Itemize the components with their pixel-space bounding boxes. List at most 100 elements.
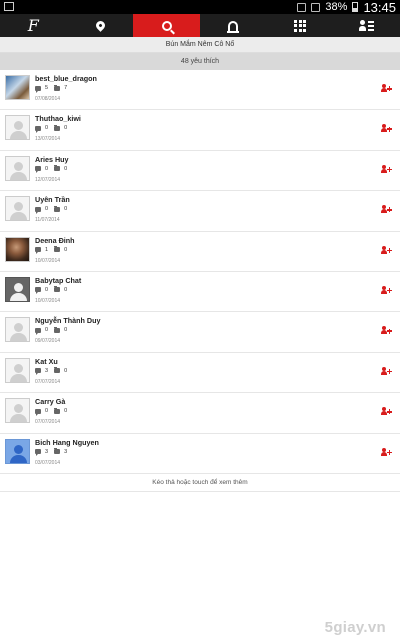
avatar[interactable] bbox=[5, 236, 30, 262]
grid-icon bbox=[294, 19, 307, 32]
album-icon bbox=[54, 165, 61, 172]
add-friend-icon[interactable] bbox=[381, 245, 392, 256]
user-stats: 00 bbox=[35, 326, 68, 335]
user-stats: 00 bbox=[35, 124, 68, 133]
join-date: 10/07/2014 bbox=[35, 257, 61, 264]
list-item[interactable]: Bich Hang Nguyen 3 3 03/07/2014 bbox=[0, 434, 400, 474]
comment-count: 3 bbox=[45, 367, 49, 374]
user-stats: 33 bbox=[35, 448, 67, 457]
list-item[interactable]: Thuthao_kiwi 0 0 13/07/2014 bbox=[0, 110, 400, 151]
album-count: 0 bbox=[64, 125, 68, 132]
user-list: best_blue_dragon 5 7 07/08/2014 Thuthao_kiwi… bbox=[0, 70, 400, 474]
comment-count: 0 bbox=[45, 286, 49, 293]
add-friend-icon[interactable] bbox=[381, 164, 392, 175]
list-item[interactable]: Nguyễn Thành Duy 0 0 09/07/2014 bbox=[0, 312, 400, 353]
bell-icon bbox=[227, 20, 240, 33]
comment-count: 5 bbox=[45, 85, 49, 91]
add-friend-icon[interactable] bbox=[381, 124, 392, 134]
list-item[interactable]: best_blue_dragon 5 7 07/08/2014 bbox=[0, 70, 400, 111]
album-count: 7 bbox=[64, 85, 68, 91]
add-friend-icon[interactable] bbox=[381, 84, 392, 94]
avatar[interactable] bbox=[5, 357, 30, 383]
album-count: 0 bbox=[64, 327, 68, 334]
list-item[interactable]: Aries Huy 0 0 12/07/2014 bbox=[0, 151, 400, 192]
wifi-icon bbox=[297, 2, 307, 12]
add-friend-icon[interactable] bbox=[381, 285, 392, 296]
likes-count: 48 yêu thích bbox=[0, 53, 400, 70]
nav-home[interactable]: F bbox=[0, 14, 67, 37]
album-icon bbox=[54, 326, 61, 333]
user-name[interactable]: Babytap Chat bbox=[35, 276, 81, 285]
join-date: 10/07/2014 bbox=[35, 297, 61, 304]
nav-categories[interactable] bbox=[267, 14, 334, 37]
status-icons: 38% 13:45 bbox=[297, 0, 396, 15]
nav-search[interactable] bbox=[133, 14, 201, 37]
album-icon bbox=[54, 84, 61, 91]
user-stats: 10 bbox=[35, 246, 67, 255]
list-item[interactable]: Uyên Trần 0 0 11/07/2014 bbox=[0, 191, 400, 232]
nav-notifications[interactable] bbox=[200, 14, 267, 37]
comment-count: 0 bbox=[45, 408, 49, 415]
album-count: 0 bbox=[64, 206, 68, 213]
avatar[interactable] bbox=[5, 155, 30, 181]
avatar[interactable] bbox=[5, 398, 30, 424]
user-name[interactable]: Nguyễn Thành Duy bbox=[35, 316, 101, 325]
album-icon bbox=[54, 205, 61, 212]
avatar[interactable] bbox=[5, 438, 30, 464]
comment-icon bbox=[35, 368, 41, 376]
user-name[interactable]: best_blue_dragon bbox=[35, 74, 97, 83]
nav-profile[interactable] bbox=[333, 14, 400, 37]
nav-location[interactable] bbox=[67, 14, 134, 37]
user-name[interactable]: Kat Xu bbox=[35, 357, 58, 366]
user-name[interactable]: Uyên Trần bbox=[35, 195, 70, 204]
list-item[interactable]: Deena Đinh 1 0 10/07/2014 bbox=[0, 232, 400, 272]
list-item[interactable]: Kat Xu 3 0 07/07/2014 bbox=[0, 353, 400, 394]
album-count: 0 bbox=[64, 367, 68, 374]
add-friend-icon[interactable] bbox=[381, 447, 392, 458]
battery-icon bbox=[352, 2, 359, 12]
comment-count: 1 bbox=[45, 246, 49, 253]
watermark: 5giay.vn bbox=[324, 619, 386, 636]
user-stats: 57 bbox=[35, 84, 68, 93]
comment-icon bbox=[35, 449, 41, 457]
avatar[interactable] bbox=[5, 276, 30, 302]
join-date: 12/07/2014 bbox=[35, 176, 61, 183]
user-name[interactable]: Deena Đinh bbox=[35, 236, 75, 245]
user-name[interactable]: Aries Huy bbox=[35, 155, 69, 164]
comment-count: 0 bbox=[45, 125, 49, 132]
add-friend-icon[interactable] bbox=[381, 407, 392, 417]
user-name[interactable]: Bich Hang Nguyen bbox=[35, 438, 99, 447]
album-icon bbox=[54, 407, 61, 414]
album-icon bbox=[54, 448, 61, 455]
album-icon bbox=[54, 367, 61, 374]
join-date: 11/07/2014 bbox=[35, 217, 60, 224]
user-list-icon bbox=[358, 19, 374, 32]
comment-icon bbox=[35, 247, 41, 255]
add-friend-icon[interactable] bbox=[381, 205, 392, 215]
avatar[interactable] bbox=[5, 115, 30, 141]
join-date: 07/08/2014 bbox=[35, 96, 61, 102]
location-pin-icon bbox=[93, 19, 107, 32]
user-stats: 00 bbox=[35, 205, 68, 214]
comment-icon bbox=[35, 125, 41, 133]
add-friend-icon[interactable] bbox=[381, 326, 392, 336]
battery-percent: 38% bbox=[325, 1, 348, 13]
album-count: 0 bbox=[64, 286, 68, 293]
comment-icon bbox=[35, 166, 41, 174]
load-more-button[interactable]: Kéo thả hoặc touch để xem thêm bbox=[0, 474, 400, 492]
avatar[interactable] bbox=[5, 317, 30, 343]
join-date: 03/07/2014 bbox=[35, 459, 61, 466]
add-friend-icon[interactable] bbox=[381, 366, 392, 377]
user-name[interactable]: Thuthao_kiwi bbox=[35, 114, 81, 123]
user-name[interactable]: Carry Gà bbox=[35, 397, 65, 406]
user-stats: 00 bbox=[35, 286, 68, 295]
comment-icon bbox=[35, 85, 41, 93]
gallery-notification-icon bbox=[4, 2, 14, 11]
album-icon bbox=[54, 246, 61, 253]
list-item[interactable]: Carry Gà 0 0 07/07/2014 bbox=[0, 393, 400, 434]
avatar[interactable] bbox=[5, 75, 30, 100]
list-item[interactable]: Babytap Chat 0 0 10/07/2014 bbox=[0, 272, 400, 313]
album-count: 0 bbox=[64, 408, 68, 415]
avatar[interactable] bbox=[5, 196, 30, 222]
join-date: 07/07/2014 bbox=[35, 378, 61, 385]
